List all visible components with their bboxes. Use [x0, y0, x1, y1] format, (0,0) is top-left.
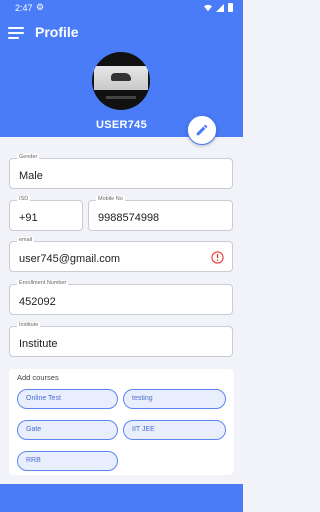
page-title: Profile — [35, 24, 79, 40]
institute-value: Institute — [19, 338, 58, 350]
error-icon — [211, 251, 224, 264]
menu-icon-line — [8, 27, 24, 29]
pencil-icon — [196, 124, 208, 136]
wifi-icon — [204, 4, 212, 11]
bottom-bar — [0, 484, 243, 512]
status-time: 2:47 — [15, 3, 33, 13]
menu-button[interactable] — [8, 26, 26, 40]
avatar-detail — [106, 96, 136, 99]
enrollment-label: Enrollment Number — [17, 280, 69, 286]
course-chip-iit-jee[interactable]: IIT JEE — [123, 420, 226, 440]
mobile-field[interactable]: Mobile No 9988574998 — [88, 196, 233, 231]
enrollment-field[interactable]: Enrollment Number 452092 — [9, 280, 233, 315]
course-chip-online-test[interactable]: Online Test — [17, 389, 118, 409]
status-icons — [204, 3, 233, 12]
menu-icon-line — [8, 32, 24, 34]
gender-value: Male — [19, 170, 43, 182]
institute-field[interactable]: Institute Institute — [9, 322, 233, 357]
gender-field[interactable]: Gender Male — [9, 154, 233, 189]
menu-icon-line — [8, 37, 19, 39]
courses-label: Add courses — [17, 373, 59, 382]
email-value: user745@gmail.com — [19, 253, 121, 265]
institute-label: Institute — [17, 322, 41, 328]
course-chip-testing[interactable]: testing — [123, 389, 226, 409]
email-label: email — [17, 237, 35, 243]
isd-value: +91 — [19, 212, 38, 224]
cell-signal-icon — [216, 3, 224, 12]
settings-gear-icon: ⚙ — [36, 2, 45, 12]
enrollment-value: 452092 — [19, 296, 56, 308]
status-bar: 2:47 ⚙ — [0, 0, 243, 16]
avatar-car-shape — [111, 73, 131, 81]
gender-label: Gender — [17, 154, 40, 160]
isd-field[interactable]: ISD +91 — [9, 196, 83, 231]
mobile-value: 9988574998 — [98, 212, 160, 224]
isd-label: ISD — [17, 196, 31, 202]
email-field[interactable]: email user745@gmail.com — [9, 237, 233, 272]
courses-section: Add courses Online Test testing Gate IIT… — [9, 369, 234, 475]
mobile-label: Mobile No — [96, 196, 125, 202]
edit-profile-button[interactable] — [187, 115, 217, 145]
course-chip-gate[interactable]: Gate — [17, 420, 118, 440]
battery-icon — [228, 3, 233, 12]
course-chip-rrb[interactable]: RRB — [17, 451, 118, 471]
avatar[interactable] — [92, 52, 150, 110]
